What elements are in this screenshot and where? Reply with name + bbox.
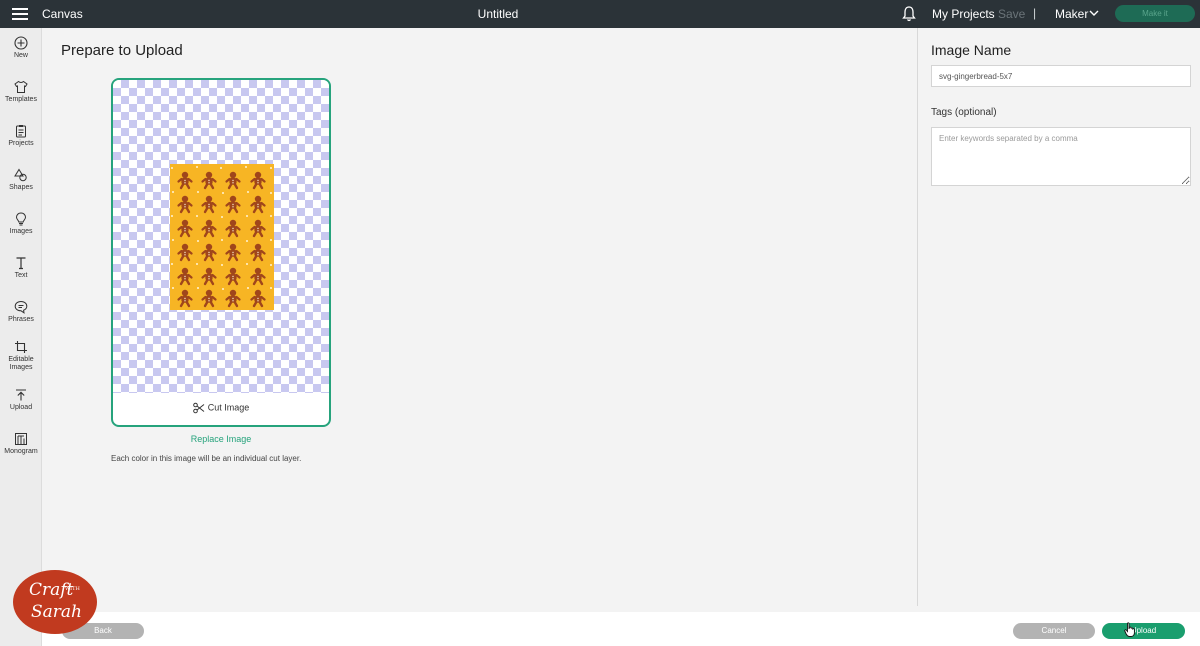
machine-select[interactable]: Maker [1055, 7, 1088, 21]
sidebar-item-label: Upload [9, 404, 33, 411]
panel-divider [917, 28, 918, 606]
sidebar-item-label: Projects [8, 140, 34, 147]
sidebar-item-label: Images [9, 228, 33, 235]
left-toolbar: New Templates Projects Shapes Images Tex… [0, 28, 42, 646]
craft-with-sarah-logo: Craft WITH Sarah [13, 570, 97, 634]
replace-image-link[interactable]: Replace Image [111, 434, 331, 444]
page-title: Prepare to Upload [61, 42, 183, 59]
lightbulb-icon [15, 212, 27, 226]
image-name-input[interactable] [931, 65, 1191, 87]
document-title: Untitled [477, 7, 519, 21]
uploaded-image-preview [170, 164, 274, 310]
sidebar-item-projects[interactable]: Projects [0, 124, 42, 147]
sidebar-item-templates[interactable]: Templates [0, 80, 42, 103]
sidebar-item-label: Shapes [9, 184, 33, 191]
top-bar: Canvas Untitled My Projects Save | Maker… [0, 0, 1200, 28]
shirt-icon [14, 80, 28, 93]
logo-text-sarah: Sarah [31, 602, 82, 622]
sidebar-item-text[interactable]: Text [0, 256, 42, 279]
sidebar-item-editable-images[interactable]: Editable Images [0, 340, 42, 372]
cut-image-label: Cut Image [207, 402, 250, 413]
sidebar-item-images[interactable]: Images [0, 212, 42, 235]
speech-bubble-icon [14, 300, 28, 314]
cut-image-label-row: Cut Image [113, 402, 329, 414]
crop-icon [15, 341, 27, 353]
header-separator: | [1033, 6, 1037, 20]
upload-icon [16, 389, 26, 401]
clipboard-icon [16, 125, 26, 138]
transparency-background [113, 80, 329, 393]
cancel-button[interactable]: Cancel [1013, 623, 1095, 639]
sidebar-item-label: Monogram [4, 448, 38, 455]
sidebar-item-upload[interactable]: Upload [0, 388, 42, 411]
save-button[interactable]: Save [998, 7, 1025, 21]
make-it-button[interactable]: Make it [1115, 5, 1195, 22]
sidebar-item-label: Templates [5, 96, 37, 103]
upload-button[interactable]: Upload [1102, 623, 1185, 639]
plus-circle-icon [14, 36, 28, 50]
my-projects-link[interactable]: My Projects [932, 7, 995, 21]
image-preview-card: Cut Image [111, 78, 331, 427]
sidebar-item-label: Phrases [8, 316, 34, 323]
text-icon [16, 257, 26, 270]
sidebar-item-new[interactable]: New [0, 36, 42, 59]
scissors-icon [192, 402, 205, 414]
tags-label: Tags (optional) [931, 107, 997, 118]
cut-layer-help-text: Each color in this image will be an indi… [111, 454, 302, 463]
logo-text-with: WITH [65, 586, 80, 592]
sidebar-item-label: Editable Images [8, 356, 34, 371]
sidebar-item-label: New [13, 52, 28, 59]
shapes-icon [14, 168, 27, 182]
tags-input[interactable] [931, 127, 1191, 186]
sidebar-item-shapes[interactable]: Shapes [0, 168, 42, 191]
gingerbread-pattern [171, 166, 272, 308]
sidebar-item-phrases[interactable]: Phrases [0, 300, 42, 323]
monogram-icon [15, 433, 27, 445]
sidebar-item-monogram[interactable]: Monogram [0, 432, 42, 455]
image-name-label: Image Name [931, 42, 1012, 58]
sidebar-item-label: Text [14, 272, 28, 279]
hand-cursor-icon [1124, 622, 1135, 637]
chevron-down-icon[interactable] [1089, 9, 1099, 17]
bell-icon[interactable] [902, 6, 916, 22]
